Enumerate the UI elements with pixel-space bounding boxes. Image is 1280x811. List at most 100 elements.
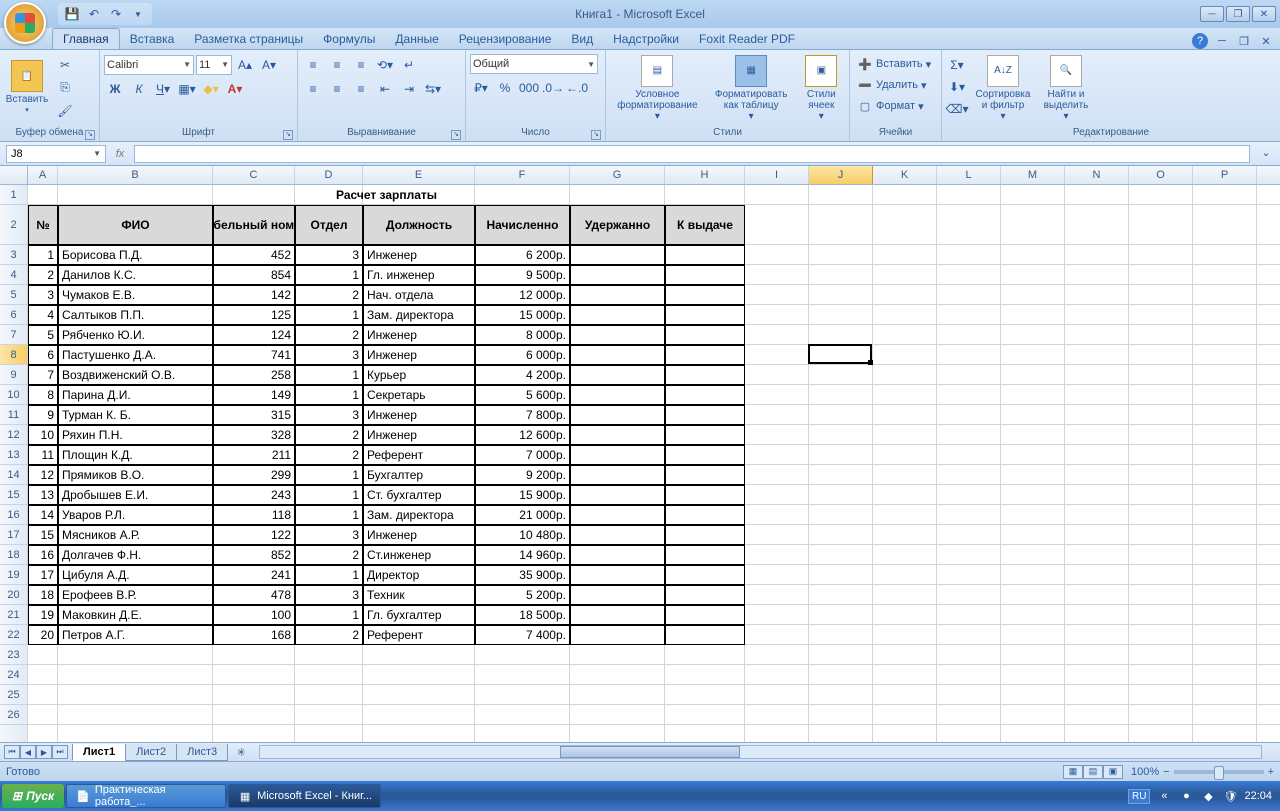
clock[interactable]: 22:04 (1244, 790, 1272, 802)
cell[interactable]: 4 (28, 305, 58, 325)
cell[interactable] (570, 545, 665, 565)
cell[interactable]: 168 (213, 625, 295, 645)
row-header-19[interactable]: 19 (0, 565, 28, 585)
cell[interactable] (570, 245, 665, 265)
cell[interactable]: 1 (295, 385, 363, 405)
cell[interactable]: 21 000р. (475, 505, 570, 525)
col-header-E[interactable]: E (363, 166, 475, 184)
view-pagebreak-icon[interactable]: ▣ (1103, 765, 1123, 779)
ribbon-tab-0[interactable]: Главная (52, 28, 120, 49)
row-header-13[interactable]: 13 (0, 445, 28, 465)
cell[interactable] (570, 445, 665, 465)
fill-icon[interactable]: ⬇▾ (946, 76, 968, 97)
cell[interactable]: Табельный номер (213, 205, 295, 245)
clear-icon[interactable]: ⌫▾ (946, 98, 968, 119)
dialog-launcher-icon[interactable]: ↘ (85, 130, 95, 140)
cell[interactable]: 7 (28, 365, 58, 385)
cell[interactable]: Ст.инженер (363, 545, 475, 565)
cell[interactable]: Ерофеев В.Р. (58, 585, 213, 605)
sheet-nav-last-icon[interactable]: ⏭ (52, 745, 68, 759)
cell[interactable]: Борисова П.Д. (58, 245, 213, 265)
cell[interactable]: 3 (295, 585, 363, 605)
paste-button[interactable]: 📋 Вставить▾ (4, 54, 50, 122)
cell[interactable]: 1 (295, 305, 363, 325)
cell[interactable] (665, 525, 745, 545)
col-header-N[interactable]: N (1065, 166, 1129, 184)
row-header-11[interactable]: 11 (0, 405, 28, 425)
cell[interactable]: Удержанно (570, 205, 665, 245)
horizontal-scrollbar[interactable] (259, 745, 1262, 759)
find-select-button[interactable]: 🔍Найти и выделить▾ (1038, 54, 1094, 122)
cell[interactable] (570, 625, 665, 645)
row-header-21[interactable]: 21 (0, 605, 28, 625)
help-icon[interactable]: ? (1192, 33, 1208, 49)
qat-dropdown-icon[interactable]: ▼ (130, 6, 146, 22)
cell[interactable]: Цибуля А.Д. (58, 565, 213, 585)
col-header-C[interactable]: C (213, 166, 295, 184)
cell[interactable] (570, 405, 665, 425)
indent-inc-icon[interactable]: ⇥ (398, 78, 420, 99)
col-header-B[interactable]: B (58, 166, 213, 184)
cell[interactable]: Уваров Р.Л. (58, 505, 213, 525)
cell[interactable]: Пастушенко Д.А. (58, 345, 213, 365)
cell[interactable]: Бухгалтер (363, 465, 475, 485)
cell[interactable] (665, 485, 745, 505)
cell[interactable]: Секретарь (363, 385, 475, 405)
select-all-corner[interactable] (0, 166, 28, 184)
cell[interactable]: 4 200р. (475, 365, 570, 385)
insert-cells-button[interactable]: ➕Вставить▾ (854, 54, 934, 74)
taskbar-item-1[interactable]: ▦Microsoft Excel - Книг... (228, 784, 381, 808)
cell[interactable] (570, 265, 665, 285)
row-header-3[interactable]: 3 (0, 245, 28, 265)
cell[interactable] (665, 265, 745, 285)
office-button[interactable] (4, 2, 46, 44)
sheet-tab-1[interactable]: Лист2 (125, 744, 177, 761)
cell[interactable]: 3 (295, 525, 363, 545)
align-bottom-icon[interactable]: ≡ (350, 54, 372, 75)
cell[interactable]: Рябченко Ю.И. (58, 325, 213, 345)
start-button[interactable]: ⊞Пуск (2, 784, 64, 808)
cell[interactable]: 13 (28, 485, 58, 505)
fx-icon[interactable]: fx (110, 148, 130, 160)
cell[interactable]: Турман К. Б. (58, 405, 213, 425)
cell[interactable] (665, 405, 745, 425)
cell[interactable]: 15 (28, 525, 58, 545)
zoom-level[interactable]: 100% (1131, 766, 1159, 778)
increase-font-icon[interactable]: A▴ (234, 54, 256, 75)
sheet-nav-next-icon[interactable]: ▶ (36, 745, 52, 759)
cell[interactable]: 11 (28, 445, 58, 465)
bold-icon[interactable]: Ж (104, 78, 126, 99)
zoom-in-icon[interactable]: + (1268, 766, 1274, 778)
cut-icon[interactable]: ✂ (54, 54, 76, 75)
cell[interactable]: 6 200р. (475, 245, 570, 265)
cell[interactable]: 6 000р. (475, 345, 570, 365)
maximize-button[interactable]: ❐ (1226, 6, 1250, 22)
col-header-G[interactable]: G (570, 166, 665, 184)
cell[interactable]: 3 (28, 285, 58, 305)
redo-icon[interactable]: ↷ (108, 6, 124, 22)
cell[interactable] (570, 605, 665, 625)
cell[interactable]: 299 (213, 465, 295, 485)
cell[interactable] (570, 525, 665, 545)
cell[interactable]: Парина Д.И. (58, 385, 213, 405)
cell[interactable]: Техник (363, 585, 475, 605)
cell[interactable]: 2 (28, 265, 58, 285)
font-color-icon[interactable]: A▾ (224, 78, 246, 99)
font-size-combo[interactable]: 11▼ (196, 55, 232, 75)
cell[interactable] (570, 565, 665, 585)
decrease-font-icon[interactable]: A▾ (258, 54, 280, 75)
cell[interactable]: 14 (28, 505, 58, 525)
cell[interactable]: 1 (295, 465, 363, 485)
cell[interactable]: 9 (28, 405, 58, 425)
cell-styles-button[interactable]: ▣Стили ячеек▾ (798, 54, 845, 122)
row-header-7[interactable]: 7 (0, 325, 28, 345)
sheet-nav-prev-icon[interactable]: ◀ (20, 745, 36, 759)
save-icon[interactable]: 💾 (64, 6, 80, 22)
cell[interactable]: 15 900р. (475, 485, 570, 505)
cell[interactable]: 125 (213, 305, 295, 325)
row-header-2[interactable]: 2 (0, 205, 28, 245)
dialog-launcher-icon[interactable]: ↘ (591, 130, 601, 140)
cell[interactable]: Курьер (363, 365, 475, 385)
ribbon-tab-5[interactable]: Рецензирование (449, 29, 562, 49)
cell[interactable]: № (28, 205, 58, 245)
